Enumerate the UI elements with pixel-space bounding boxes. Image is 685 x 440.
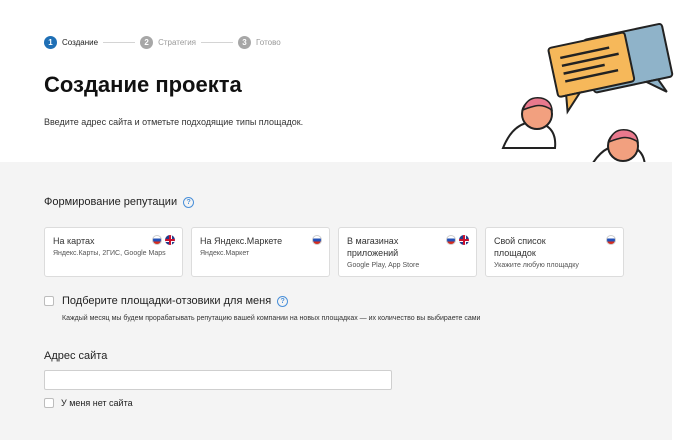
- help-icon[interactable]: ?: [277, 295, 289, 307]
- uk-flag-icon: [165, 235, 175, 245]
- site-address-input[interactable]: [44, 370, 392, 390]
- address-label: Адрес сайта: [44, 350, 108, 362]
- step-number: 3: [238, 36, 251, 49]
- platform-cards: На картах Яндекс.Карты, 2ГИС, Google Map…: [44, 227, 624, 277]
- step-done: 3 Готово: [238, 36, 281, 49]
- card-maps[interactable]: На картах Яндекс.Карты, 2ГИС, Google Map…: [44, 227, 183, 277]
- russia-flag-icon: [152, 235, 162, 245]
- step-strategy: 2 Стратегия: [140, 36, 196, 49]
- card-custom-list[interactable]: Свой список площадок Укажите любую площа…: [485, 227, 624, 277]
- card-app-stores[interactable]: В магазинах приложений Google Play, App …: [338, 227, 477, 277]
- russia-flag-icon: [446, 235, 456, 245]
- step-label: Стратегия: [158, 38, 196, 47]
- suggest-note: Каждый месяц мы будем прорабатывать репу…: [62, 315, 481, 322]
- help-icon[interactable]: ?: [183, 196, 195, 208]
- no-site-row: У меня нет сайта: [44, 398, 133, 408]
- card-subtitle: Google Play, App Store: [347, 262, 420, 269]
- card-title: В магазинах приложений: [347, 236, 399, 258]
- step-number: 2: [140, 36, 154, 49]
- russia-flag-icon: [312, 235, 322, 245]
- card-subtitle: Яндекс.Маркет: [200, 250, 250, 257]
- reputation-title-text: Формирование репутации: [44, 196, 178, 208]
- card-title: На картах: [53, 236, 95, 246]
- suggest-platforms-checkbox[interactable]: [44, 296, 54, 306]
- step-number: 1: [44, 36, 57, 49]
- step-label: Готово: [256, 38, 281, 47]
- page-subtitle: Введите адрес сайта и отметьте подходящи…: [44, 117, 304, 127]
- step-create: 1 Создание: [44, 36, 98, 49]
- uk-flag-icon: [459, 235, 469, 245]
- card-yandex-market[interactable]: На Яндекс.Маркете Яндекс.Маркет: [191, 227, 330, 277]
- suggest-platforms-row: Подберите площадки-отзовики для меня ?: [44, 295, 289, 307]
- suggest-platforms-label[interactable]: Подберите площадки-отзовики для меня: [62, 295, 271, 307]
- flags: [606, 235, 616, 245]
- step-label: Создание: [62, 38, 99, 47]
- page-title: Создание проекта: [44, 72, 242, 97]
- step-divider: [201, 42, 233, 43]
- russia-flag-icon: [606, 235, 616, 245]
- no-site-label[interactable]: У меня нет сайта: [61, 398, 133, 408]
- no-site-checkbox[interactable]: [44, 398, 54, 408]
- step-divider: [103, 42, 136, 43]
- card-title: Свой список площадок: [494, 236, 546, 258]
- flags: [312, 235, 322, 245]
- chat-people-illustration: [501, 22, 674, 168]
- card-subtitle: Яндекс.Карты, 2ГИС, Google Maps: [53, 250, 166, 257]
- flags: [152, 235, 175, 245]
- flags: [446, 235, 469, 245]
- stepper: 1 Создание 2 Стратегия 3 Готово: [44, 36, 281, 49]
- reputation-section-title: Формирование репутации ?: [44, 196, 195, 208]
- card-title: На Яндекс.Маркете: [200, 236, 283, 246]
- card-subtitle: Укажите любую площадку: [494, 262, 579, 269]
